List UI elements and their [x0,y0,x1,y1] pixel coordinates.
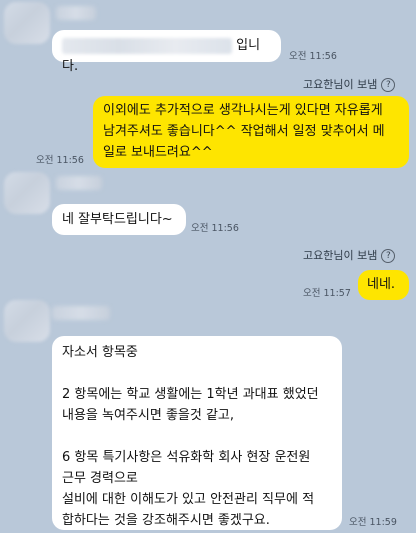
redacted-text [62,37,232,54]
message-bubble[interactable]: 자소서 항목중 2 항목에는 학교 생활에는 1학년 과대표 했었던 내용을 녹… [52,336,342,530]
message-line: 일로 보내드려요^^ [103,145,213,160]
avatar[interactable] [4,2,50,44]
sender-name-redacted [56,176,102,190]
message-text: 네 잘부탁드립니다~ [62,212,173,227]
message-time: 오전 11:57 [303,288,351,299]
message-bubble[interactable]: 네 잘부탁드립니다~ [52,204,186,235]
question-circle-icon[interactable]: ? [381,249,396,263]
message-time: 오전 11:56 [289,51,337,62]
message-line: 근무 경력으로 [62,471,138,486]
message-line [62,426,332,447]
message-line [62,363,332,384]
message-time: 오전 11:56 [36,155,84,166]
message-line: 남겨주셔도 좋습니다^^ 작업해서 일정 맞추어서 메 [103,124,385,139]
sent-by-label: 고요한님이 보냄? [303,247,396,263]
message-time: 오전 11:59 [349,517,397,528]
message-line: 설비에 대한 이해도가 있고 안전관리 직무에 적 [62,492,315,507]
sender-name-redacted [52,306,110,320]
sent-by-label: 고요한님이 보냄? [303,76,396,92]
avatar[interactable] [4,300,50,342]
message-line: 이외에도 추가적으로 생각나시는게 있다면 자유롭게 [103,103,383,118]
message-text: 네네. [367,277,396,292]
question-circle-icon[interactable]: ? [381,78,396,92]
message-time: 오전 11:56 [191,223,239,234]
message-line: 2 항목에는 학교 생활에는 1학년 과대표 했었던 [62,387,319,402]
message-line: 내용을 녹여주시면 좋을것 같고, [62,408,235,423]
message-bubble[interactable]: 이외에도 추가적으로 생각나시는게 있다면 자유롭게 남겨주셔도 좋습니다^^ … [93,96,409,168]
message-line: 6 항목 특기사항은 석유화학 회사 현장 운전원 [62,450,311,465]
message-bubble[interactable]: 입니다. [52,30,281,74]
message-line: 자소서 항목중 [62,345,138,360]
message-bubble[interactable]: 네네. [358,270,409,300]
avatar[interactable] [4,172,50,214]
sender-name-redacted [56,6,96,20]
chat-window: { "messages": { "m1": {"text": "입니다.", "… [0,0,416,533]
sent-by-text: 고요한님이 보냄 [303,249,378,262]
sent-by-text: 고요한님이 보냄 [303,78,378,91]
message-line: 합하다는 것을 강조해주시면 좋겠구요. [62,513,270,528]
